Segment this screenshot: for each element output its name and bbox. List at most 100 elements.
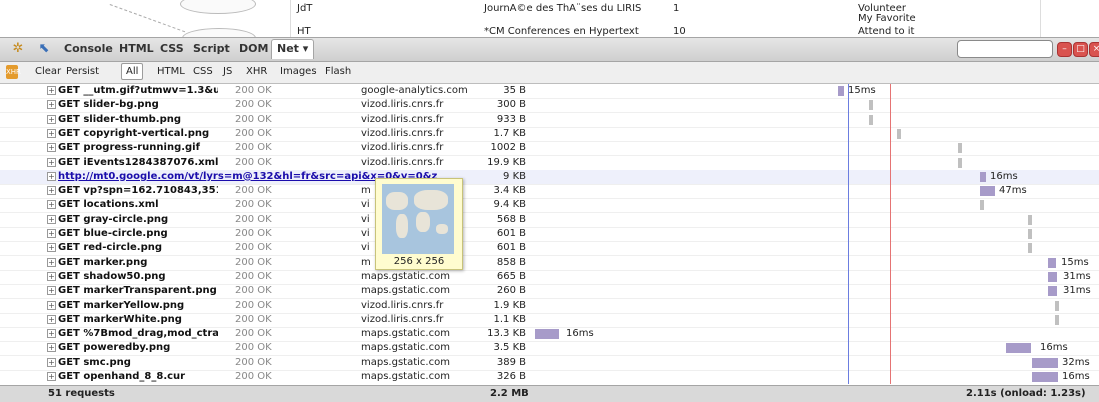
tab-css[interactable]: CSS [160,42,184,55]
request-row[interactable]: + GET %7Bmod_drag,mod_ctrap 200 OK maps.gst… [0,327,1099,343]
request-row[interactable]: + GET markerTransparent.png 200 OK maps.gst… [0,284,1099,300]
request-row[interactable]: + GET gray-circle.png 200 OK vi 568 B [0,213,1099,228]
request-size: 665 B [496,270,526,282]
request-row[interactable]: + GET blue-circle.png 200 OK vi 601 B [0,227,1099,242]
close-icon[interactable]: × [1089,42,1099,57]
clear-button[interactable]: Clear [35,66,61,77]
expand-icon[interactable]: + [47,314,56,324]
filter-css-button[interactable]: CSS [193,66,213,77]
filter-all-button[interactable]: All [121,63,144,80]
expand-icon[interactable]: + [47,257,56,267]
expand-icon[interactable]: + [47,271,56,281]
expand-icon[interactable]: + [47,157,56,167]
filter-images-button[interactable]: Images [280,66,317,77]
request-url[interactable]: GET marker.png [58,257,218,268]
timeline-bar [535,329,559,340]
request-url[interactable]: GET markerYellow.png [58,300,218,311]
expand-icon[interactable]: + [47,200,56,210]
timing-label: 16ms [1040,342,1068,354]
request-row[interactable]: + GET marker.png 200 OK m 858 B 15ms [0,256,1099,271]
request-row[interactable]: + GET markerYellow.png 200 OK vizod.liris.c… [0,299,1099,314]
request-url[interactable]: GET markerTransparent.png [58,285,218,296]
expand-icon[interactable]: + [47,229,56,238]
request-url[interactable]: GET iEvents1284387076.xml [58,157,218,168]
request-status: 200 OK [235,242,272,254]
request-row[interactable]: + GET poweredby.png 200 OK maps.gstatic.com… [0,341,1099,357]
page-cell: JournA©e des ThA¨ses du LIRIS [484,3,642,14]
expand-icon[interactable]: + [47,357,56,367]
request-url[interactable]: GET markerWhite.png [58,314,218,325]
filter-xhr-button[interactable]: XHR [246,66,267,77]
expand-icon[interactable]: + [47,186,56,196]
request-url[interactable]: GET gray-circle.png [58,214,218,225]
expand-icon[interactable]: + [47,100,56,110]
tab-script[interactable]: Script [193,42,230,55]
detach-icon[interactable]: □ [1073,42,1088,57]
request-status: 200 OK [235,199,272,211]
timing-label: 32ms [1062,356,1090,368]
tab-console[interactable]: Console [64,42,113,55]
expand-icon[interactable]: + [47,343,56,353]
expand-icon[interactable]: + [47,300,56,310]
timeline-bar [869,114,873,125]
expand-icon[interactable]: + [47,243,56,253]
request-status: 200 OK [235,228,272,239]
filter-js-button[interactable]: JS [223,66,232,77]
firebug-icon[interactable]: ✲ [10,41,26,57]
request-url[interactable]: GET %7Bmod_drag,mod_ctrap [58,328,218,339]
filter-html-button[interactable]: HTML [157,66,185,77]
request-url[interactable]: GET blue-circle.png [58,228,218,239]
request-row[interactable]: + GET iEvents1284387076.xml 200 OK vizod.li… [0,156,1099,171]
request-row[interactable]: + GET slider-thumb.png 200 OK vizod.liris.c… [0,113,1099,128]
request-row[interactable]: + GET vp?spn=162.710843,351.5 200 OK m 3.4 K… [0,184,1099,200]
request-url[interactable]: GET slider-bg.png [58,99,218,110]
request-domain: vizod.liris.cnrs.fr [361,299,444,311]
request-row[interactable]: + GET __utm.gif?utmwv=1.3&utl 200 OK google… [0,84,1099,99]
request-row[interactable]: + GET progress-running.gif 200 OK vizod.lir… [0,141,1099,157]
timing-label: 16ms [566,328,594,340]
expand-icon[interactable]: + [47,86,56,95]
tab-dom[interactable]: DOM [239,42,268,55]
request-row[interactable]: + GET smc.png 200 OK maps.gstatic.com 389 B 3… [0,356,1099,371]
request-row[interactable]: + GET shadow50.png 200 OK maps.gstatic.com 6… [0,270,1099,285]
request-size: 601 B [496,242,526,254]
request-row[interactable]: + http://mt0.google.com/vt/lyrs=m@132&hl=… [0,169,1099,185]
request-row[interactable]: + GET slider-bg.png 200 OK vizod.liris.cnrs… [0,98,1099,114]
expand-icon[interactable]: + [47,128,56,138]
inspect-icon[interactable]: ⬉ [36,41,52,57]
expand-icon[interactable]: + [47,214,56,224]
request-url[interactable]: GET __utm.gif?utmwv=1.3&utl [58,85,218,96]
request-url[interactable]: GET locations.xml [58,199,218,210]
request-row[interactable]: + GET locations.xml 200 OK vi 9.4 KB [0,198,1099,214]
request-status: 200 OK [235,256,272,268]
search-input[interactable] [957,40,1053,58]
expand-icon[interactable]: + [47,114,56,124]
request-url[interactable]: GET poweredby.png [58,342,218,353]
expand-icon[interactable]: + [47,171,56,181]
request-list: + GET __utm.gif?utmwv=1.3&utl 200 OK google… [0,84,1099,384]
expand-icon[interactable]: + [47,143,56,153]
filter-flash-button[interactable]: Flash [325,66,351,77]
request-row[interactable]: + GET red-circle.png 200 OK vi 601 B [0,241,1099,257]
request-url[interactable]: GET vp?spn=162.710843,351.5 [58,185,218,196]
expand-icon[interactable]: + [47,372,56,381]
expand-icon[interactable]: + [47,286,56,296]
tab-html[interactable]: HTML [119,42,154,55]
request-url[interactable]: GET slider-thumb.png [58,114,218,125]
persist-button[interactable]: Persist [66,66,99,77]
request-url[interactable]: GET copyright-vertical.png [58,128,218,139]
timeline-bar [1028,243,1032,254]
tab-net[interactable]: Net ▾ [271,39,315,59]
request-size: 1.7 KB [493,127,527,139]
request-url[interactable]: GET progress-running.gif [58,142,218,153]
request-row[interactable]: + GET openhand_8_8.cur 200 OK maps.gstatic.… [0,370,1099,384]
request-row[interactable]: + GET copyright-vertical.png 200 OK vizod.l… [0,127,1099,142]
request-url[interactable]: GET red-circle.png [58,242,218,253]
request-url[interactable]: GET openhand_8_8.cur [58,371,218,382]
minimize-icon[interactable]: – [1057,42,1072,57]
request-row[interactable]: + GET markerWhite.png 200 OK vizod.liris.cn… [0,313,1099,328]
request-url[interactable]: GET smc.png [58,357,218,368]
request-domain: vizod.liris.cnrs.fr [361,313,444,325]
request-url[interactable]: GET shadow50.png [58,271,218,282]
expand-icon[interactable]: + [47,329,56,339]
